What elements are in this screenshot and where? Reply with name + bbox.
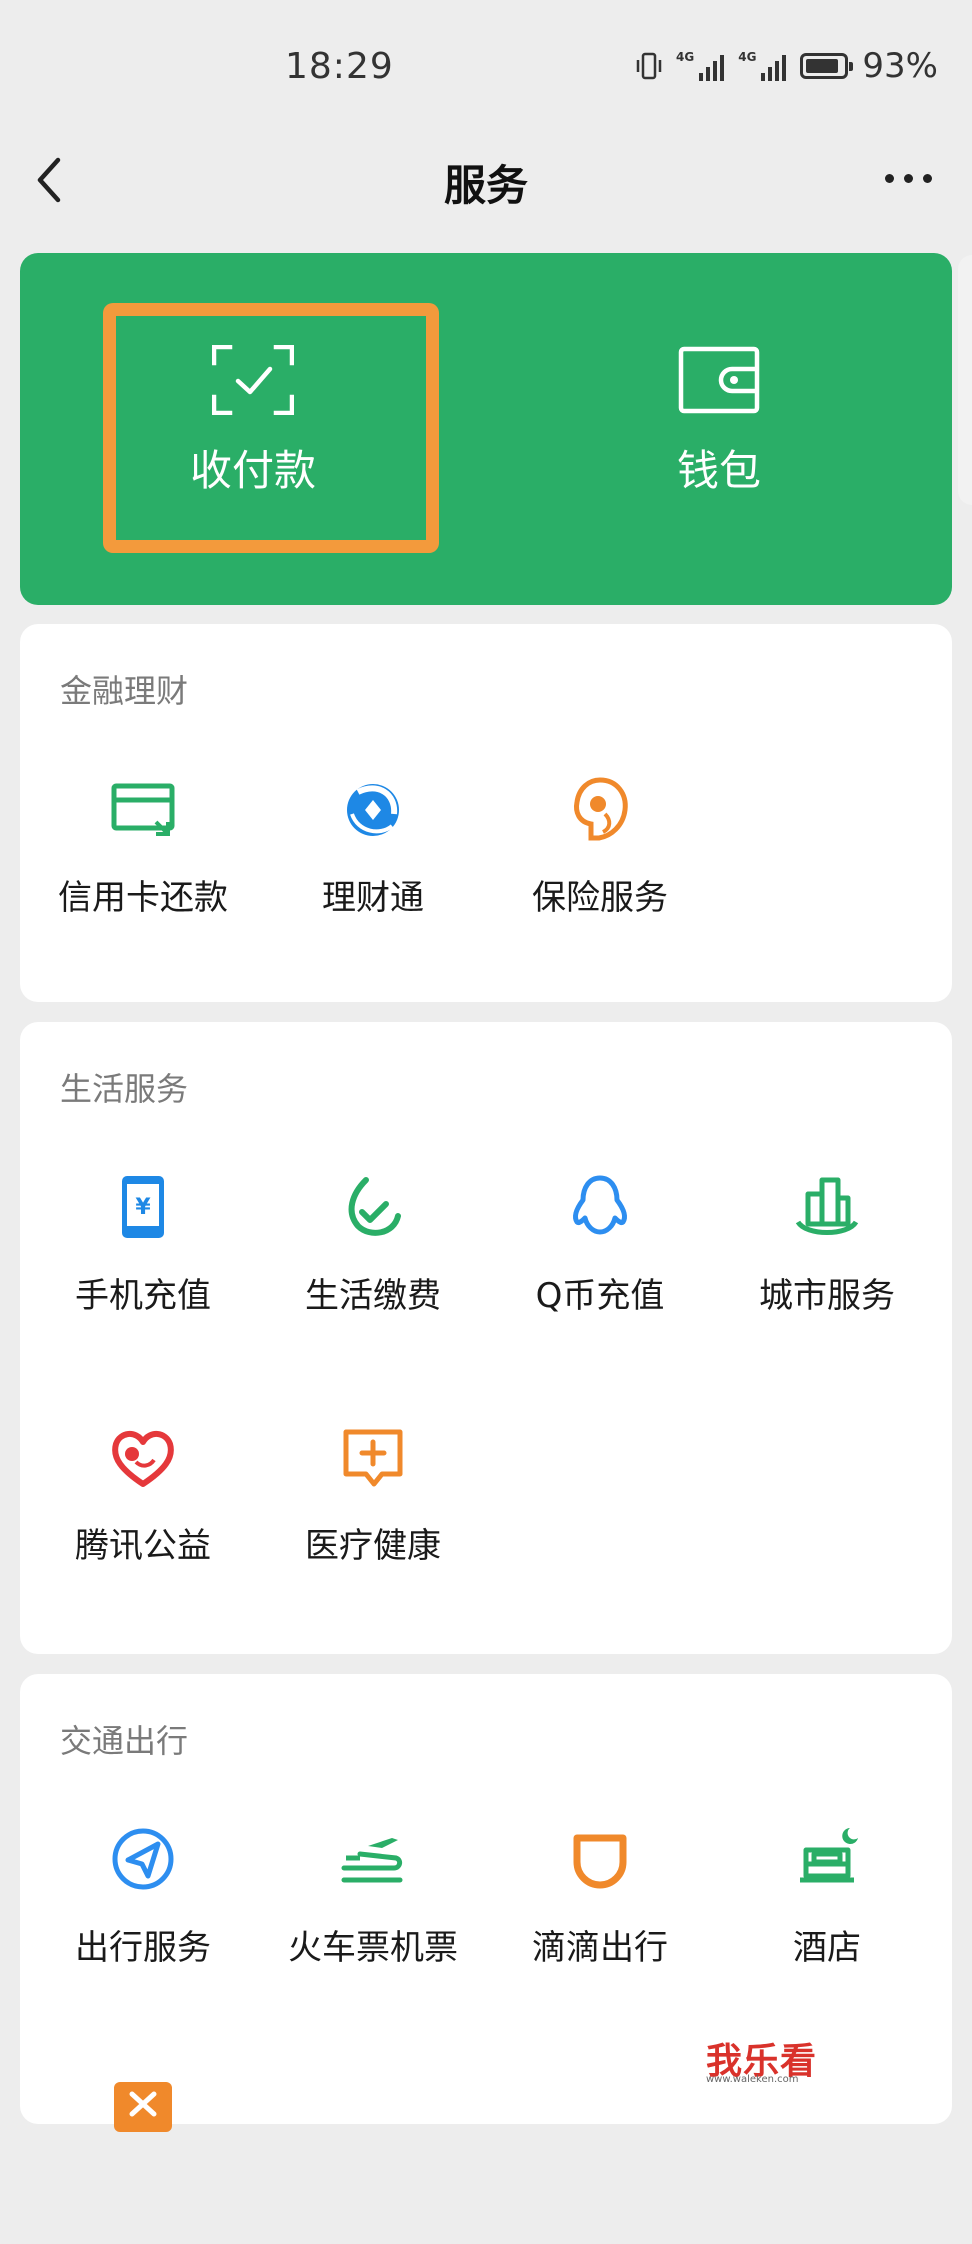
insurance-item[interactable]: 保险服务 (486, 774, 714, 944)
item-label: 出行服务 (75, 1928, 211, 1968)
item-label: 酒店 (793, 1928, 861, 1968)
section-title: 生活服务 (60, 1070, 189, 1108)
item-label: 腾讯公益 (75, 1526, 211, 1566)
insurance-icon (565, 774, 635, 844)
item-label: 医疗健康 (305, 1526, 441, 1566)
wallet-label: 钱包 (676, 446, 761, 495)
network-type: 4G (676, 50, 695, 64)
edge-handle (958, 255, 972, 505)
city-icon (792, 1172, 862, 1242)
tencent-charity-item[interactable]: 腾讯公益 (29, 1422, 257, 1592)
item-label: 火车票机票 (288, 1928, 458, 1968)
battery-icon (800, 53, 854, 79)
phone-topup-icon: ¥ (108, 1172, 178, 1242)
wallet-card: 收付款 钱包 (20, 253, 952, 605)
hotel-icon (792, 1824, 862, 1894)
item-label: Q币充值 (535, 1276, 665, 1316)
network-type: 4G (738, 50, 757, 64)
more-button[interactable] (878, 158, 938, 198)
didi-item[interactable]: 滴滴出行 (486, 1824, 714, 1994)
watermark-url: www.waleken.com (706, 2074, 799, 2085)
signal-icon: 4G (738, 50, 787, 81)
vibrate-icon (636, 51, 662, 81)
pay-receive-label: 收付款 (189, 446, 316, 495)
ticket-icon (108, 2074, 178, 2144)
item-label: 生活缴费 (305, 1276, 441, 1316)
finance-section: 金融理财 信用卡还款 理财通 保险服务 (20, 624, 952, 1002)
train-plane-item[interactable]: 火车票机票 (259, 1824, 487, 1994)
didi-icon (565, 1824, 635, 1894)
item-label: 手机充值 (75, 1276, 211, 1316)
item-label: 信用卡还款 (58, 878, 228, 918)
nav-bar: 服务 (0, 130, 972, 230)
item-label: 理财通 (322, 878, 424, 918)
q-coin-item[interactable]: Q币充值 (486, 1172, 714, 1342)
wallet-icon (678, 346, 760, 414)
section-title: 金融理财 (60, 672, 189, 710)
phone-topup-item[interactable]: ¥ 手机充值 (29, 1172, 257, 1342)
credit-card-icon (108, 774, 178, 844)
status-bar: 18:29 4G 4G 93% (0, 0, 972, 130)
credit-card-repay-item[interactable]: 信用卡还款 (29, 774, 257, 944)
navigation-icon (108, 1824, 178, 1894)
watermark-logo: 我乐看 www.waleken.com (706, 2032, 826, 2085)
battery-percent: 93% (862, 46, 938, 86)
scan-check-icon (212, 345, 294, 415)
page-title: 服务 (443, 161, 528, 210)
city-service-item[interactable]: 城市服务 (713, 1172, 941, 1342)
item-label: 保险服务 (532, 878, 668, 918)
more-transport-item[interactable] (29, 2074, 257, 2244)
wallet-button[interactable]: 钱包 (486, 253, 952, 605)
svg-text:¥: ¥ (135, 1195, 151, 1220)
train-plane-icon (338, 1824, 408, 1894)
qq-penguin-icon (565, 1172, 635, 1242)
medical-icon (338, 1422, 408, 1492)
travel-service-item[interactable]: 出行服务 (29, 1824, 257, 1994)
hotel-item[interactable]: 酒店 (713, 1824, 941, 1994)
medical-item[interactable]: 医疗健康 (259, 1422, 487, 1592)
utility-item[interactable]: 生活缴费 (259, 1172, 487, 1342)
section-title: 交通出行 (60, 1722, 189, 1760)
item-label: 滴滴出行 (532, 1928, 668, 1968)
life-section: 生活服务 ¥ 手机充值 生活缴费 Q币充值 城市服务 腾讯公益 医疗健康 (20, 1022, 952, 1654)
item-label: 城市服务 (759, 1276, 895, 1316)
signal-icon: 4G (676, 50, 725, 81)
status-time: 18:29 (285, 46, 394, 87)
utility-icon (338, 1172, 408, 1242)
status-icons: 4G 4G 93% (636, 46, 938, 86)
wealth-icon (338, 774, 408, 844)
wealth-item[interactable]: 理财通 (259, 774, 487, 944)
charity-heart-icon (108, 1422, 178, 1492)
more-icon (884, 173, 894, 183)
pay-receive-button[interactable]: 收付款 (20, 253, 486, 605)
